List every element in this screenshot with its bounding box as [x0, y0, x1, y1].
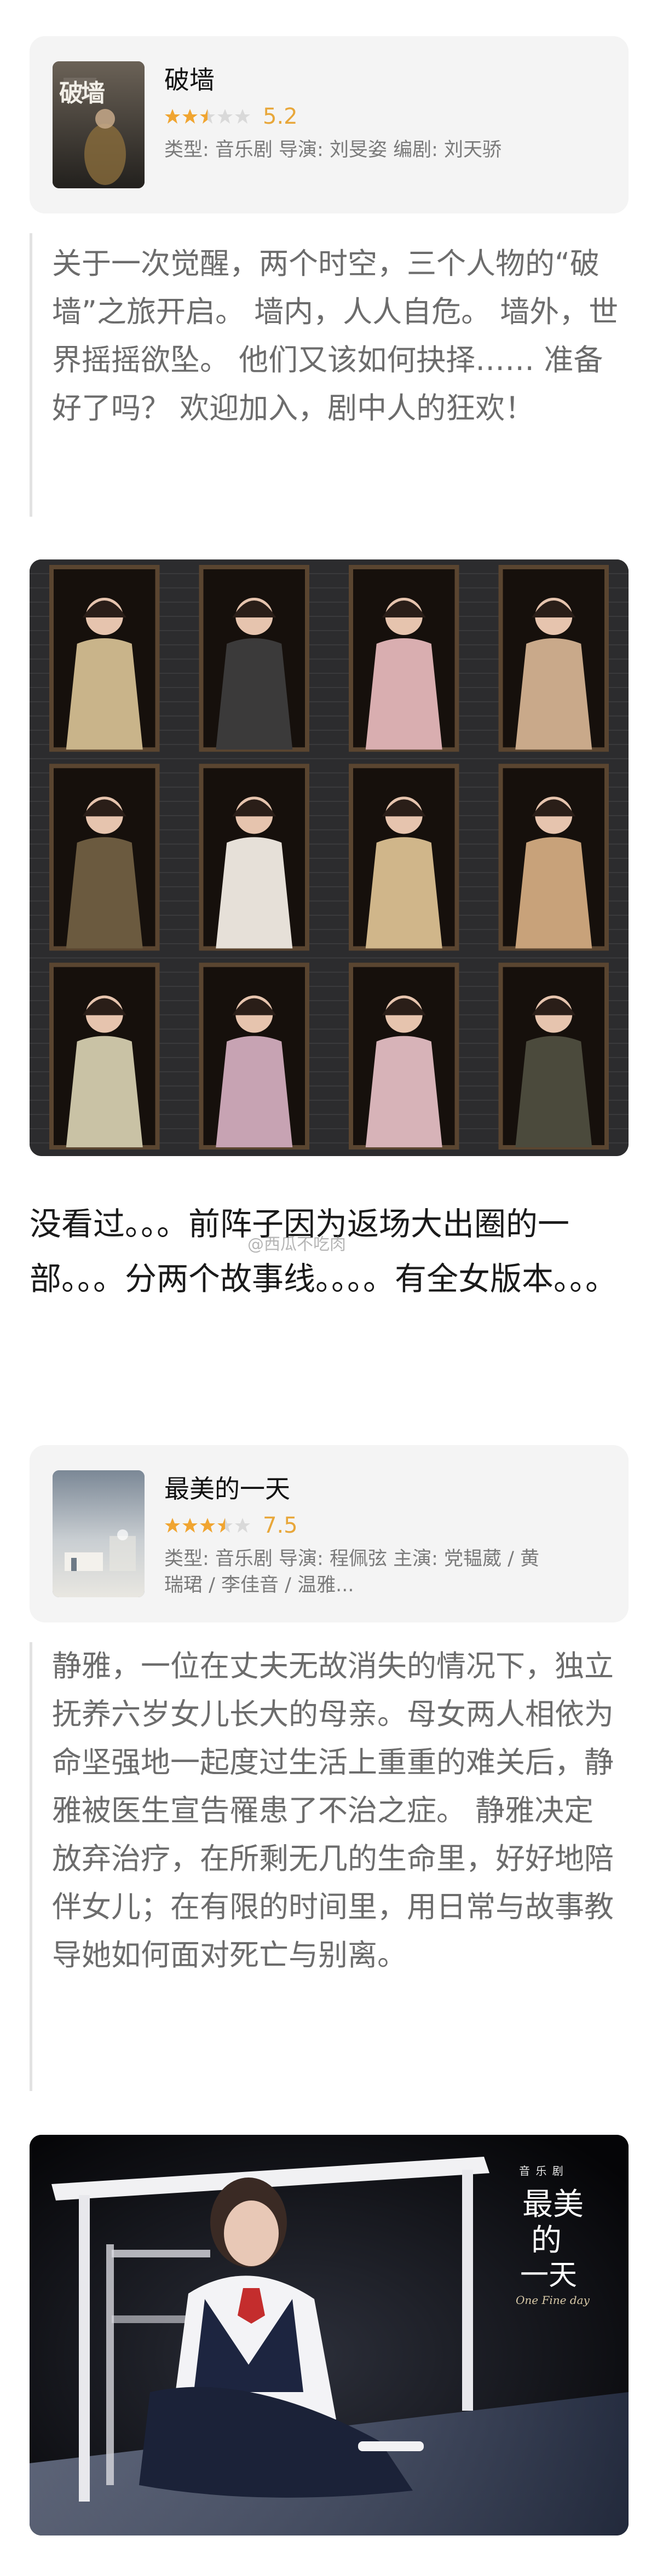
star-icon: [199, 1517, 216, 1534]
show-title: 破墙: [164, 65, 215, 95]
stage-title-label: 音 乐 剧: [519, 2164, 564, 2178]
star-icon: [164, 1517, 181, 1534]
show-meta: 类型: 音乐剧 导演: 刘旻姿 编剧: 刘天骄: [164, 139, 502, 161]
poster-title: 破墙: [59, 79, 105, 107]
synopsis-quote: 静雅，一位在丈夫无故消失的情况下，独立抚养六岁女儿长大的母亲。母女两人相依为命坚…: [30, 1642, 621, 2091]
rating-row: 5.2: [164, 104, 298, 129]
stage-title-script: One Fine day: [516, 2294, 590, 2307]
show-meta: 类型: 音乐剧 导演: 程佩弦 主演: 党韫葳 / 黄瑞珺 / 李佳音 / 温雅…: [164, 1548, 540, 1596]
watermark: @西瓜不吃肉: [247, 1235, 346, 1254]
show-card-powall[interactable]: 破墙 破墙 5.2 类型: 音乐剧 导演: 刘旻姿 编剧: 刘天骄: [30, 36, 629, 213]
star-rating: [164, 1517, 251, 1534]
poster-art: [53, 1470, 145, 1597]
star-icon: [234, 1517, 251, 1534]
rating-score: 5.2: [263, 104, 298, 129]
show-title: 最美的一天: [164, 1474, 290, 1504]
star-icon: [164, 108, 181, 125]
stage-photo[interactable]: 音 乐 剧 最美 的 一天 One Fine day: [30, 2135, 629, 2535]
rating-row: 7.5: [164, 1513, 298, 1538]
show-poster: 破墙: [53, 61, 145, 188]
star-icon: [199, 108, 216, 125]
rating-score: 7.5: [263, 1513, 298, 1538]
star-icon: [182, 108, 198, 125]
star-icon: [234, 108, 251, 125]
star-rating: [164, 108, 251, 125]
cast-photo: [30, 559, 629, 1156]
show-poster: [53, 1470, 145, 1597]
show-card-best-day[interactable]: 最美的一天 7.5 类型: 音乐剧 导演: 程佩弦 主演: 党韫葳 / 黄瑞珺 …: [30, 1445, 629, 1622]
stage-title-3: 一天: [520, 2259, 578, 2292]
star-icon: [182, 1517, 198, 1534]
synopsis-quote: 关于一次觉醒，两个时空，三个人物的“破墙”之旅开启。 墙内，人人自危。 墙外，世…: [30, 233, 621, 517]
cast-photo-grid[interactable]: [30, 559, 629, 1156]
star-icon: [217, 1517, 233, 1534]
star-icon: [217, 108, 233, 125]
